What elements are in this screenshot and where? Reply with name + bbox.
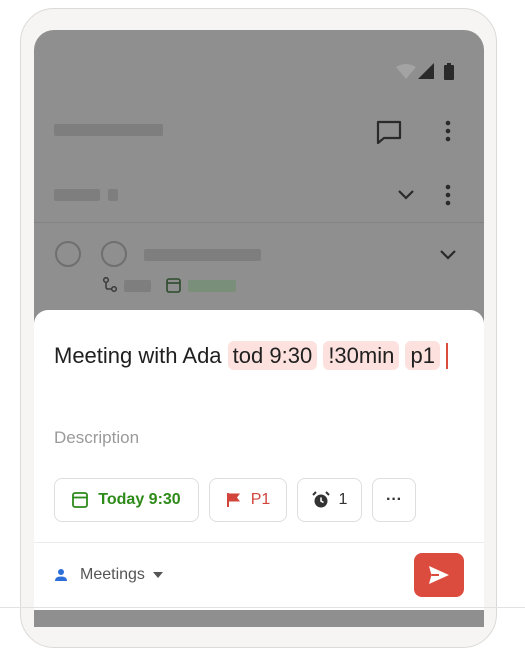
task-chevron-down-icon[interactable] xyxy=(440,250,456,260)
priority-label: P1 xyxy=(250,491,271,508)
date-token: tod 9:30 xyxy=(227,341,318,370)
priority-chip[interactable]: P1 xyxy=(209,478,287,522)
reminders-chip[interactable]: 1 xyxy=(297,478,362,522)
caret-down-icon xyxy=(152,572,163,578)
footer-divider xyxy=(34,542,484,543)
bottom-edge-line xyxy=(0,607,525,608)
battery-icon xyxy=(444,63,454,80)
task-checkbox[interactable] xyxy=(55,241,81,267)
calendar-icon xyxy=(72,492,89,508)
task-meta-placeholder xyxy=(124,280,151,292)
priority-token: p1 xyxy=(405,341,440,370)
more-options-chip[interactable]: ··· xyxy=(372,478,416,522)
duration-token: !30min xyxy=(323,341,400,370)
project-name: Meetings xyxy=(80,566,145,583)
task-title-text: Meeting with Ada xyxy=(54,343,222,368)
quick-add-sheet: Meeting with Ada tod 9:30 !30min p1 Desc… xyxy=(34,310,484,610)
description-field[interactable]: Description xyxy=(54,428,139,448)
comment-icon[interactable] xyxy=(376,120,402,144)
project-selector[interactable]: Meetings xyxy=(54,566,163,584)
alarm-icon xyxy=(311,491,330,508)
calendar-icon xyxy=(166,278,181,293)
section-divider xyxy=(34,222,484,223)
task-checkbox[interactable] xyxy=(101,241,127,267)
text-caret xyxy=(445,343,448,369)
flag-icon xyxy=(226,493,240,507)
section-more-vert-icon[interactable] xyxy=(444,184,452,206)
task-title-input[interactable]: Meeting with Ada tod 9:30 !30min p1 xyxy=(54,336,474,376)
wifi-icon xyxy=(396,64,416,79)
more-vert-icon[interactable] xyxy=(444,120,452,142)
signal-icon xyxy=(418,63,434,79)
reminders-count: 1 xyxy=(338,491,348,508)
section-count-placeholder xyxy=(108,189,118,201)
section-title-placeholder xyxy=(54,189,100,201)
due-date-label: Today 9:30 xyxy=(98,491,181,508)
subtask-icon xyxy=(102,277,118,293)
due-date-chip[interactable]: Today 9:30 xyxy=(54,478,199,522)
task-title-placeholder xyxy=(144,249,261,261)
header-title-placeholder xyxy=(54,124,163,136)
task-date-placeholder xyxy=(188,280,236,292)
more-options-label: ··· xyxy=(386,491,402,508)
send-button[interactable] xyxy=(414,553,464,597)
send-icon xyxy=(429,566,449,584)
person-icon xyxy=(55,569,67,581)
chevron-down-icon[interactable] xyxy=(398,190,414,200)
